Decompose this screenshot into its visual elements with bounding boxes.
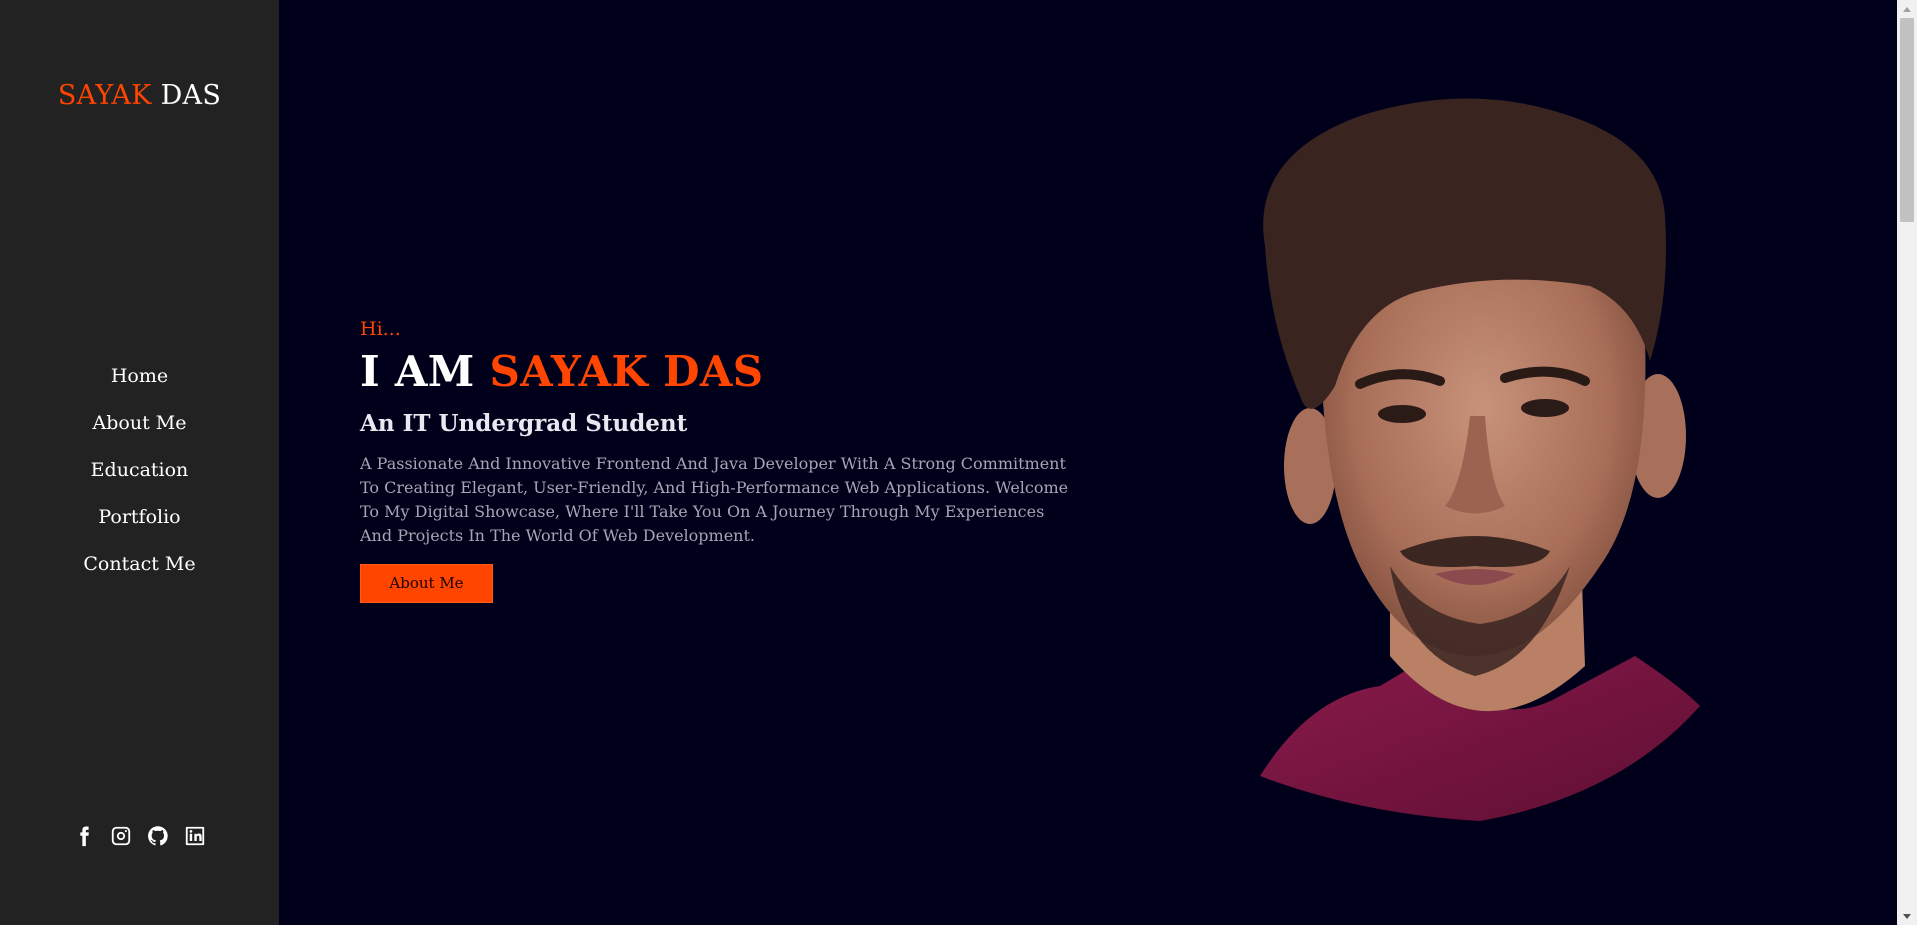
sidebar: SAYAK DAS Home About Me Education Portfo… bbox=[0, 0, 279, 925]
profile-photo bbox=[1240, 96, 1720, 821]
brand-first-name: SAYAK bbox=[57, 80, 152, 111]
nav-link-contact[interactable]: Contact Me bbox=[83, 553, 195, 575]
instagram-icon[interactable] bbox=[109, 824, 133, 848]
nav-link-home[interactable]: Home bbox=[111, 365, 168, 387]
github-icon[interactable] bbox=[146, 824, 170, 848]
hero-section: Hi... I AM SAYAK DAS An IT Undergrad Stu… bbox=[360, 314, 1080, 603]
hero-greeting: Hi... bbox=[360, 318, 401, 340]
sidebar-nav: Home About Me Education Portfolio Contac… bbox=[0, 358, 279, 593]
nav-item-home: Home bbox=[0, 358, 279, 405]
brand-logo[interactable]: SAYAK DAS bbox=[0, 80, 279, 111]
social-links bbox=[0, 824, 279, 848]
page: SAYAK DAS Home About Me Education Portfo… bbox=[0, 0, 1917, 925]
nav-item-portfolio: Portfolio bbox=[0, 499, 279, 546]
headline-prefix: I AM bbox=[360, 347, 475, 396]
facebook-icon[interactable] bbox=[72, 824, 96, 848]
scroll-down-arrow[interactable] bbox=[1897, 907, 1917, 925]
hero-subtitle: An IT Undergrad Student bbox=[360, 410, 688, 437]
headline-name: SAYAK DAS bbox=[489, 347, 764, 396]
hero-description: A Passionate And Innovative Frontend And… bbox=[360, 454, 1069, 545]
hero-headline: I AM SAYAK DAS bbox=[360, 346, 1080, 398]
nav-link-education[interactable]: Education bbox=[91, 459, 189, 481]
scrollbar[interactable] bbox=[1897, 0, 1917, 925]
linkedin-icon[interactable] bbox=[183, 824, 207, 848]
nav-link-portfolio[interactable]: Portfolio bbox=[98, 506, 180, 528]
nav-item-contact: Contact Me bbox=[0, 546, 279, 593]
nav-link-about[interactable]: About Me bbox=[93, 412, 187, 434]
nav-item-about: About Me bbox=[0, 405, 279, 452]
scroll-up-arrow[interactable] bbox=[1897, 0, 1917, 18]
about-me-button[interactable]: About Me bbox=[360, 564, 493, 603]
nav-item-education: Education bbox=[0, 452, 279, 499]
brand-last-name: DAS bbox=[160, 80, 222, 111]
scrollbar-thumb[interactable] bbox=[1900, 18, 1914, 222]
